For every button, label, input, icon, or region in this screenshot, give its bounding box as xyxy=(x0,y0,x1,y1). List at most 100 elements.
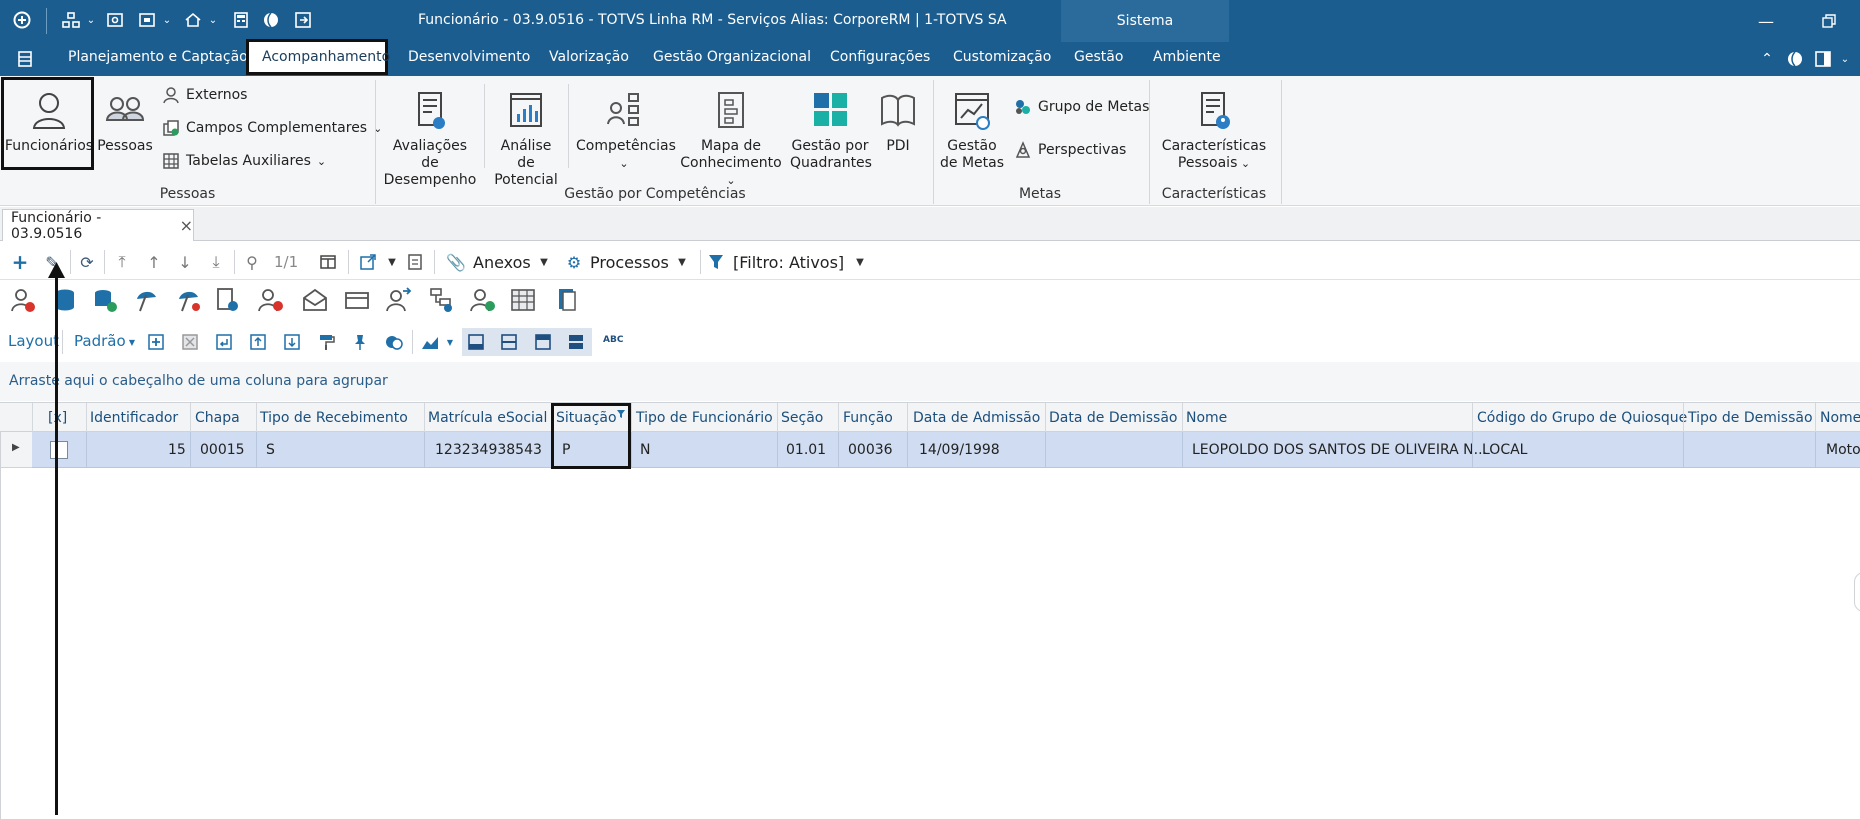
card-icon[interactable] xyxy=(344,287,370,313)
calculator-icon[interactable] xyxy=(230,9,252,31)
column-header-nome-2[interactable]: Nome xyxy=(1820,410,1860,426)
menu-desenvolvimento[interactable]: Desenvolvimento xyxy=(408,49,530,71)
dropdown-arrow-icon[interactable]: ▼ xyxy=(122,332,142,352)
view-mode-2-icon[interactable] xyxy=(499,332,519,352)
window-layout-icon[interactable] xyxy=(136,9,158,31)
gestao-quadrantes-button[interactable]: Gestão por Quadrantes xyxy=(790,90,872,172)
row-expand-icon[interactable]: ▶ xyxy=(12,442,20,453)
view-mode-4-icon[interactable] xyxy=(566,332,586,352)
person-cancel-icon[interactable] xyxy=(258,287,284,313)
column-header-matricula-esocial[interactable]: Matrícula eSocial xyxy=(428,410,547,426)
menu-valorizacao[interactable]: Valorização xyxy=(549,49,629,71)
view-mode-1-icon[interactable] xyxy=(466,332,486,352)
mapa-conhecimento-button[interactable]: Mapa de Conhecimento ⌄ xyxy=(676,90,786,189)
dropdown-arrow-icon[interactable]: ▼ xyxy=(534,252,554,272)
document-pages-icon[interactable] xyxy=(554,287,580,313)
column-header-data-admissao[interactable]: Data de Admissão xyxy=(913,410,1040,426)
person-transfer-icon[interactable] xyxy=(386,287,412,313)
chevron-down-icon[interactable]: ⌄ xyxy=(1834,48,1856,70)
chart-icon[interactable] xyxy=(420,332,440,352)
paint-roller-icon[interactable] xyxy=(316,332,336,352)
search-icon[interactable]: ⚲ xyxy=(242,252,262,272)
column-header-secao[interactable]: Seção xyxy=(781,410,823,426)
view-icon[interactable] xyxy=(104,9,126,31)
menu-list-icon[interactable] xyxy=(14,48,36,70)
paperclip-icon[interactable]: 📎 xyxy=(446,252,466,272)
column-header-identificador[interactable]: Identificador xyxy=(90,410,178,426)
first-record-icon[interactable]: ⤒ xyxy=(112,252,132,272)
view-mode-3-icon[interactable] xyxy=(533,332,553,352)
sistema-tab[interactable]: Sistema xyxy=(1061,0,1229,42)
perspectivas-button[interactable]: Perspectivas xyxy=(1014,141,1126,159)
move-down-icon[interactable] xyxy=(282,332,302,352)
org-chart-icon[interactable] xyxy=(428,287,454,313)
chevron-down-icon[interactable]: ⌄ xyxy=(156,9,178,31)
previous-record-icon[interactable]: ↑ xyxy=(144,252,164,272)
column-header-tipo-recebimento[interactable]: Tipo de Recebimento xyxy=(260,410,408,426)
database-add-icon[interactable] xyxy=(92,287,118,313)
minimize-icon[interactable]: — xyxy=(1752,8,1780,34)
structure-icon[interactable] xyxy=(60,9,82,31)
abc-icon[interactable]: ABC xyxy=(603,335,623,345)
dropdown-arrow-icon[interactable]: ▼ xyxy=(672,252,692,272)
anexos-button[interactable]: Anexos xyxy=(473,253,531,272)
tabelas-auxiliares-button[interactable]: Tabelas Auxiliares ⌄ xyxy=(162,152,326,170)
calculator-grid-icon[interactable] xyxy=(510,287,536,313)
add-icon[interactable]: + xyxy=(10,250,30,274)
envelope-open-icon[interactable] xyxy=(302,287,328,313)
processos-button[interactable]: Processos xyxy=(590,253,669,272)
vacation-edit-icon[interactable] xyxy=(176,287,202,313)
menu-gestao-organizacional[interactable]: Gestão Organizacional xyxy=(653,49,811,71)
menu-ambiente[interactable]: Ambiente xyxy=(1153,49,1221,71)
filter-icon[interactable] xyxy=(706,252,726,272)
analise-potencial-button[interactable]: Análise de Potencial xyxy=(490,90,562,189)
side-panel-handle[interactable] xyxy=(1854,572,1860,612)
restore-icon[interactable] xyxy=(1815,8,1843,34)
person-add-icon[interactable] xyxy=(470,287,496,313)
chevron-down-icon[interactable]: ⌄ xyxy=(80,9,102,31)
add-column-icon[interactable] xyxy=(146,332,166,352)
globe-icon[interactable] xyxy=(260,9,282,31)
avaliacoes-desempenho-button[interactable]: Avaliações de Desempenho xyxy=(382,90,478,189)
home-icon[interactable] xyxy=(182,9,204,31)
row-checkbox[interactable] xyxy=(50,441,68,459)
help-globe-icon[interactable] xyxy=(1784,48,1806,70)
last-record-icon[interactable]: ⤓ xyxy=(206,252,226,272)
next-record-icon[interactable]: ↓ xyxy=(175,252,195,272)
menu-planejamento[interactable]: Planejamento e Captação xyxy=(68,49,248,71)
layout-button[interactable]: Layout xyxy=(8,332,59,350)
gestao-metas-button[interactable]: Gestão de Metas xyxy=(940,90,1004,172)
gear-icon[interactable]: ⚙ xyxy=(564,252,584,272)
columns-icon[interactable] xyxy=(318,252,338,272)
export-icon[interactable] xyxy=(358,252,378,272)
dropdown-arrow-icon[interactable]: ▼ xyxy=(850,252,870,272)
column-header-data-demissao[interactable]: Data de Demissão xyxy=(1049,410,1177,426)
campos-complementares-button[interactable]: Campos Complementares ⌄ xyxy=(162,119,382,137)
dropdown-arrow-icon[interactable]: ▼ xyxy=(382,252,402,272)
dropdown-arrow-icon[interactable]: ▼ xyxy=(440,332,460,352)
remove-column-icon[interactable] xyxy=(180,332,200,352)
menu-gestao[interactable]: Gestão xyxy=(1074,49,1123,71)
column-header-nome[interactable]: Nome xyxy=(1186,410,1227,426)
grupo-metas-button[interactable]: Grupo de Metas xyxy=(1014,98,1149,116)
column-header-tipo-demissao[interactable]: Tipo de Demissão xyxy=(1688,410,1813,426)
menu-acompanhamento[interactable]: Acompanhamento xyxy=(262,49,390,65)
column-header-tipo-funcionario[interactable]: Tipo de Funcionário xyxy=(636,410,773,426)
caracteristicas-pessoais-button[interactable]: Características Pessoais ⌄ xyxy=(1160,90,1268,172)
exit-icon[interactable] xyxy=(292,9,314,31)
report-icon[interactable] xyxy=(405,252,425,272)
menu-customizacao[interactable]: Customização xyxy=(953,49,1051,71)
color-icon[interactable] xyxy=(384,332,404,352)
chevron-up-icon[interactable]: ⌃ xyxy=(1756,48,1778,70)
remove-person-icon[interactable] xyxy=(10,287,36,313)
competencias-button[interactable]: Competências ⌄ xyxy=(576,90,676,172)
menu-configuracoes[interactable]: Configurações xyxy=(830,49,930,71)
refresh-icon[interactable]: ⟳ xyxy=(77,252,97,272)
column-header-funcao[interactable]: Função xyxy=(843,410,893,426)
totvs-logo-icon[interactable] xyxy=(11,9,33,31)
wrap-icon[interactable] xyxy=(214,332,234,352)
table-row[interactable]: 15 00015 S 123234938543 P N 01.01 00036 … xyxy=(32,432,1860,468)
padrao-button[interactable]: Padrão xyxy=(74,332,126,350)
pessoas-button[interactable]: Pessoas xyxy=(96,90,154,155)
filtro-button[interactable]: [Filtro: Ativos] xyxy=(733,253,844,272)
